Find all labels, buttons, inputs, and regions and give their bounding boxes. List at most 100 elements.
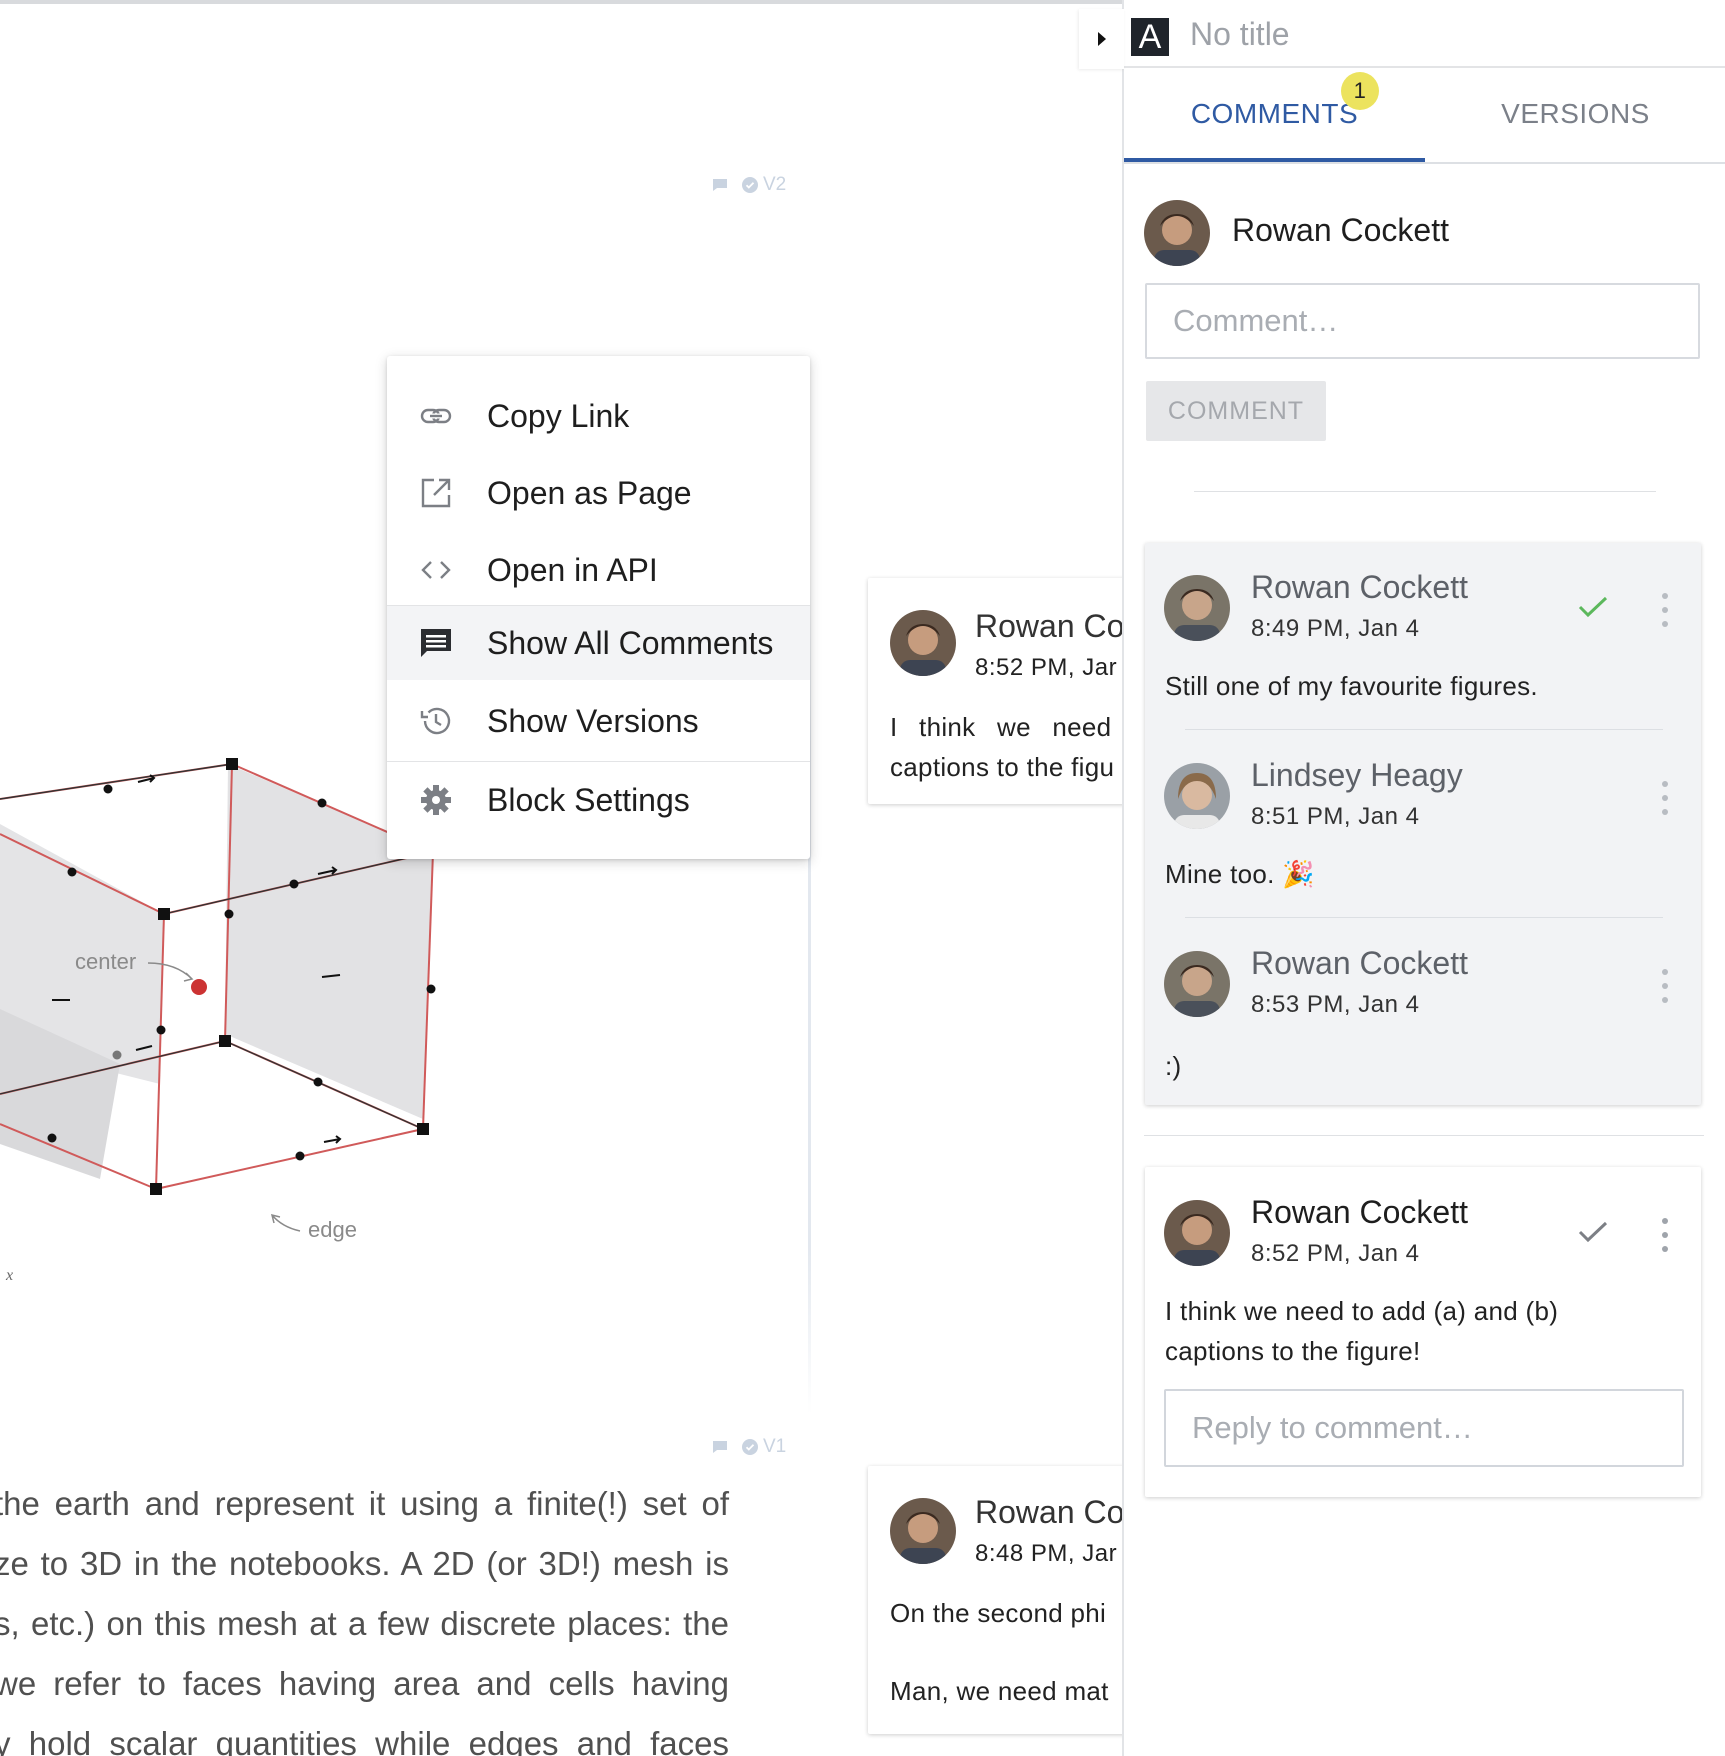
avatar — [1164, 763, 1230, 829]
comment-author: Rowan Cockett — [1251, 1194, 1468, 1230]
menu-item-label: Open in API — [487, 551, 658, 588]
inline-comment-card[interactable]: Rowan Co 8:52 PM, Jar I think we need ca… — [868, 578, 1125, 804]
comment-divider — [1185, 729, 1663, 730]
menu-item-block-settings[interactable]: Block Settings — [387, 764, 810, 836]
comment-icon[interactable] — [712, 1440, 728, 1454]
comment-icon[interactable] — [712, 178, 728, 192]
menu-item-label: Open as Page — [487, 474, 692, 511]
menu-item-open-as-page[interactable]: Open as Page — [387, 457, 810, 529]
menu-item-label: Copy Link — [487, 397, 630, 434]
paragraph-line: y hold scalar quantities while edges and… — [0, 1725, 729, 1756]
code-icon — [419, 553, 453, 587]
paragraph-line: the earth and represent it using a finit… — [0, 1485, 729, 1522]
comment-text: Mine too. 🎉 — [1165, 859, 1315, 890]
comment-text: :) — [1165, 1051, 1182, 1081]
paragraph-line: ze to 3D in the notebooks. A 2D (or 3D!)… — [0, 1545, 729, 1582]
document-title[interactable]: No title — [1190, 16, 1290, 53]
avatar — [1164, 951, 1230, 1017]
resolve-check-icon[interactable] — [1577, 1220, 1609, 1244]
body-paragraph: the earth and represent it using a finit… — [0, 1474, 729, 1756]
comment-input[interactable]: Comment… — [1145, 283, 1700, 359]
comment-time: 8:53 PM, Jan 4 — [1251, 991, 1420, 1018]
panel-tabs: COMMENTS 1 VERSIONS — [1124, 66, 1725, 164]
menu-item-show-versions[interactable]: Show Versions — [387, 685, 810, 757]
comment-text-content: Mine too. — [1165, 859, 1275, 889]
menu-item-open-in-api[interactable]: Open in API — [387, 534, 810, 606]
comment-thread: Rowan Cockett 8:49 PM, Jan 4 Still one o… — [1145, 543, 1701, 1105]
comment-menu-button[interactable] — [1661, 969, 1669, 1003]
comment-author: Rowan Co — [975, 608, 1125, 644]
block-context-menu: Copy Link Open as Page Open in API Show … — [387, 356, 810, 859]
reply-input[interactable]: Reply to comment… — [1164, 1389, 1684, 1467]
avatar — [1164, 1200, 1230, 1266]
menu-item-label: Block Settings — [487, 781, 690, 818]
version-label: V2 — [763, 174, 787, 195]
figure-label-axis: x — [5, 1267, 13, 1284]
comment-time: 8:49 PM, Jan 4 — [1251, 615, 1420, 642]
document-area: V2 center edge x V1 the earth and repres… — [0, 4, 1125, 1756]
divider — [1144, 1135, 1704, 1136]
block-meta-bottom: V1 — [712, 1436, 786, 1458]
tab-versions[interactable]: VERSIONS — [1425, 66, 1725, 162]
document-kind-badge: A — [1131, 18, 1169, 56]
comment-time: 8:52 PM, Jar — [975, 654, 1118, 681]
panel-header: A No title — [1079, 4, 1725, 69]
tab-label: COMMENTS — [1190, 98, 1359, 129]
comment-text: captions to the figure! — [1165, 1336, 1421, 1366]
avatar — [890, 610, 956, 676]
comment-author: Lindsey Heagy — [1251, 757, 1463, 793]
check-circle-icon — [742, 177, 758, 193]
current-user-name: Rowan Cockett — [1232, 212, 1449, 248]
comment-text: On the second phi — [890, 1598, 1107, 1628]
link-icon — [419, 399, 453, 433]
comment-time: 8:52 PM, Jan 4 — [1251, 1240, 1420, 1267]
divider — [1194, 491, 1656, 492]
comment-text: captions to the figu — [890, 752, 1115, 782]
notification-badge: 1 — [1341, 72, 1379, 110]
comment-icon — [419, 626, 453, 660]
comment-thread: Rowan Cockett 8:52 PM, Jan 4 I think we … — [1145, 1167, 1701, 1497]
history-icon — [419, 704, 453, 738]
comment-menu-button[interactable] — [1661, 781, 1669, 815]
menu-item-copy-link[interactable]: Copy Link — [387, 380, 810, 452]
menu-divider — [387, 761, 810, 762]
comment-text: I think we need to add (a) and (b) — [1165, 1296, 1559, 1326]
comment-menu-button[interactable] — [1661, 593, 1669, 627]
resolve-check-icon[interactable] — [1577, 595, 1609, 619]
comment-author: Rowan Cockett — [1251, 569, 1468, 605]
avatar — [1144, 200, 1210, 266]
caret-right-icon — [1097, 32, 1106, 46]
version-label: V1 — [763, 1436, 787, 1457]
active-tab-indicator — [1124, 158, 1425, 162]
comment-time: 8:48 PM, Jar — [975, 1540, 1118, 1567]
menu-item-label: Show All Comments — [487, 624, 774, 661]
gear-icon — [419, 783, 453, 817]
version-badge[interactable]: V1 — [742, 1436, 786, 1458]
open-external-icon — [419, 476, 453, 510]
version-badge[interactable]: V2 — [742, 174, 786, 196]
collapse-panel-button[interactable] — [1079, 9, 1124, 69]
comment-author: Rowan Co — [975, 1494, 1125, 1530]
party-popper-emoji: 🎉 — [1282, 859, 1315, 889]
avatar — [890, 1498, 956, 1564]
figure-label-center: center — [75, 949, 136, 974]
figure-label-edge: edge — [308, 1217, 357, 1242]
menu-item-show-all-comments[interactable]: Show All Comments — [387, 606, 810, 680]
comment-divider — [1185, 917, 1663, 918]
paragraph-line: we refer to faces having area and cells … — [0, 1665, 729, 1702]
comment-menu-button[interactable] — [1661, 1218, 1669, 1252]
comment-text: I think we need — [890, 712, 1112, 742]
comment-text: Still one of my favourite figures. — [1165, 671, 1538, 701]
comments-panel: A No title COMMENTS 1 VERSIONS Rowan Coc… — [1079, 0, 1725, 1756]
comment-text: Man, we need mat — [890, 1676, 1109, 1706]
paragraph-line: s, etc.) on this mesh at a few discrete … — [0, 1605, 729, 1642]
block-meta-top: V2 — [712, 174, 786, 196]
avatar — [1164, 575, 1230, 641]
comment-button[interactable]: COMMENT — [1146, 381, 1326, 441]
inline-comment-card[interactable]: Rowan Co 8:48 PM, Jar On the second phi … — [868, 1466, 1125, 1734]
tab-label: VERSIONS — [1501, 98, 1650, 129]
check-circle-icon — [742, 1439, 758, 1455]
comment-time: 8:51 PM, Jan 4 — [1251, 803, 1420, 830]
menu-item-label: Show Versions — [487, 702, 699, 739]
tab-comments[interactable]: COMMENTS 1 — [1124, 66, 1425, 162]
